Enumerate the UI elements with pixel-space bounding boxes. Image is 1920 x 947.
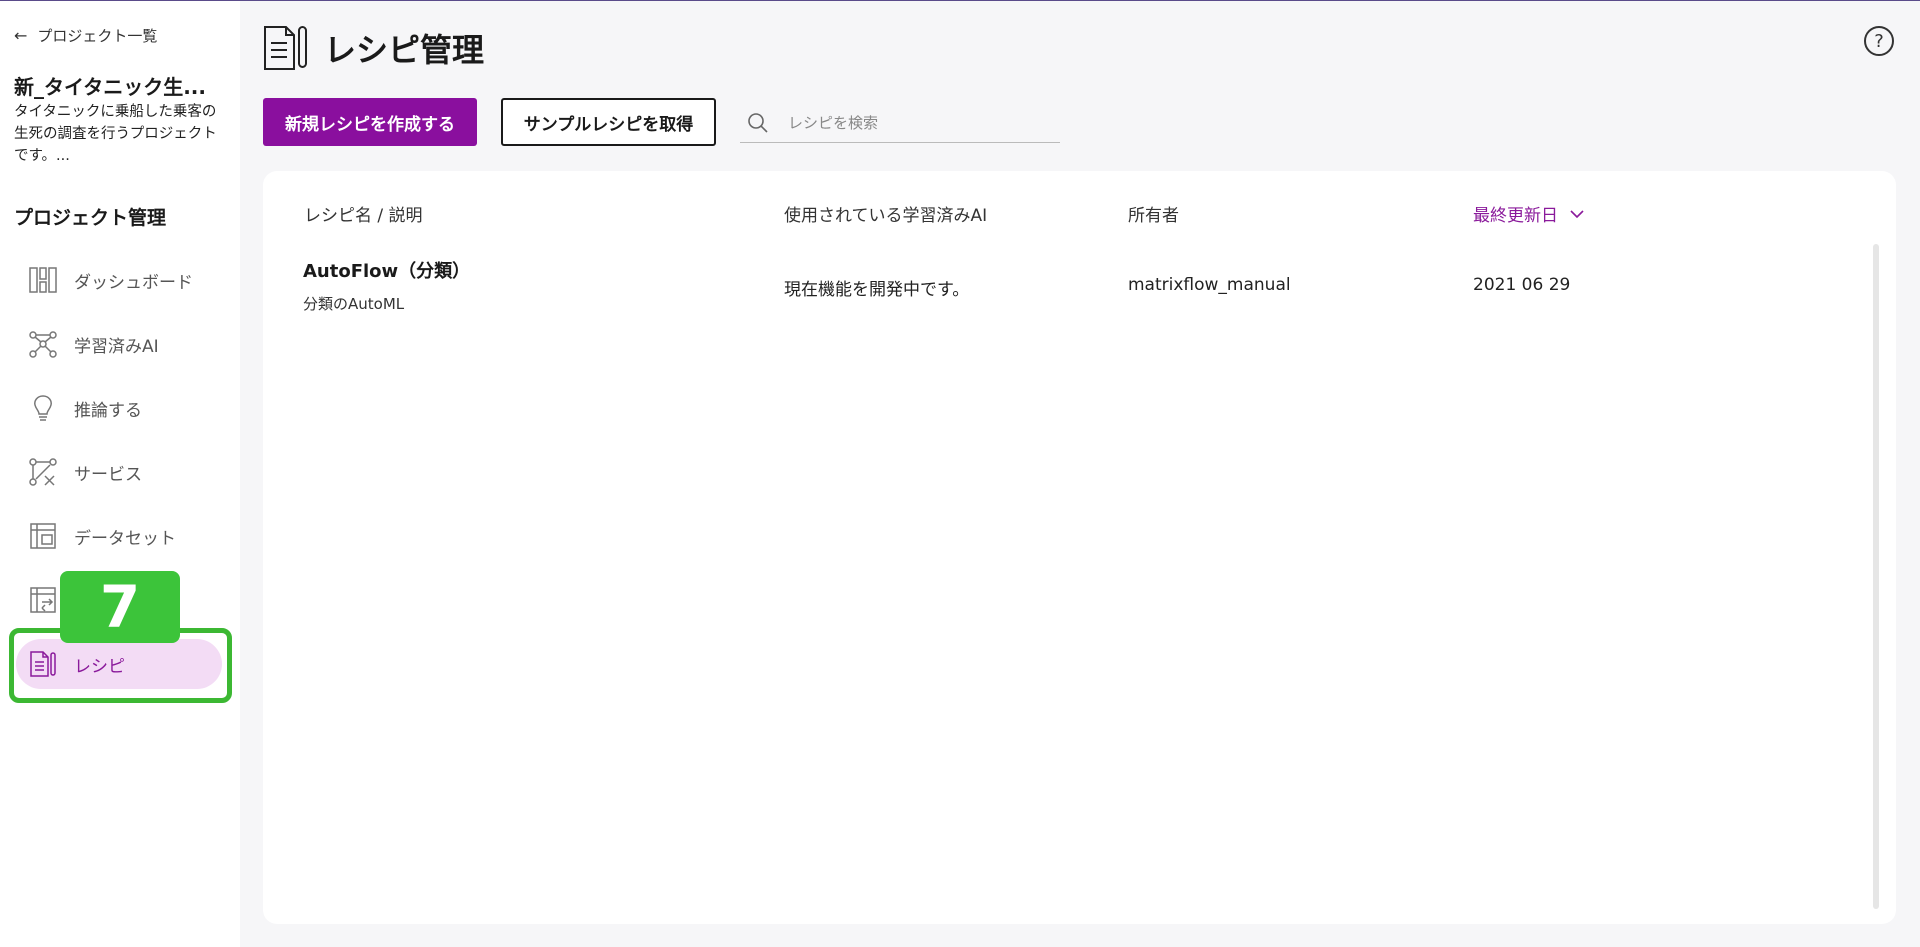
tutorial-step-badge: 7 <box>60 571 180 643</box>
search-icon <box>748 112 768 133</box>
recipe-description: 分類のAutoML <box>303 295 405 313</box>
recipe-name[interactable]: AutoFlow（分類） <box>303 257 470 283</box>
column-header-model: 使用されている学習済みAI <box>784 206 988 226</box>
column-header-name: レシピ名 / 説明 <box>304 206 423 226</box>
sidebar-item-label: 推論する <box>74 400 142 421</box>
project-description: タイタニックに乗船した乗客の生死の調査を行うプロジェクトです。... <box>14 104 217 164</box>
project-name: 新_タイタニック生... <box>14 75 206 99</box>
back-to-projects-link[interactable]: ← プロジェクト一覧 <box>14 25 157 46</box>
recipe-model: 現在機能を開発中です。 <box>784 280 970 300</box>
lightbulb-icon <box>34 395 52 421</box>
recipe-updated-date: 2021 06 29 <box>1473 275 1571 295</box>
column-header-updated-label: 最終更新日 <box>1473 206 1558 226</box>
sidebar-item-service[interactable]: サービス <box>16 447 222 497</box>
sidebar-item-trained-ai[interactable]: 学習済みAI <box>16 319 222 369</box>
dataset-icon <box>30 523 56 549</box>
dashboard-icon <box>29 267 57 293</box>
network-icon <box>29 331 57 358</box>
sidebar-item-inference[interactable]: 推論する <box>16 383 222 433</box>
sidebar-item-label: 学習済みAI <box>74 336 159 357</box>
sidebar-item-dataset[interactable]: データセット <box>16 511 222 561</box>
scrollbar[interactable] <box>1873 244 1879 909</box>
page-title: レシピ管理 <box>324 31 485 69</box>
sidebar-item-label: サービス <box>74 464 142 485</box>
sidebar-item-dashboard[interactable]: ダッシュボード <box>16 255 222 305</box>
recipe-table-card <box>263 171 1896 924</box>
get-sample-recipe-button[interactable]: サンプルレシピを取得 <box>501 98 716 146</box>
help-icon[interactable]: ? <box>1864 26 1894 56</box>
chevron-down-icon <box>1570 209 1584 218</box>
back-link-label: プロジェクト一覧 <box>37 27 158 45</box>
column-header-updated-sort[interactable]: 最終更新日 <box>1473 201 1584 226</box>
recipe-icon <box>264 26 307 70</box>
column-header-owner: 所有者 <box>1128 206 1179 226</box>
arrow-left-icon: ← <box>14 26 28 45</box>
sidebar: ← プロジェクト一覧 新_タイタニック生... タイタニックに乗船した乗客の生死… <box>0 1 240 947</box>
sidebar-item-label: データセット <box>74 528 176 549</box>
service-icon <box>29 458 57 486</box>
create-recipe-button[interactable]: 新規レシピを作成する <box>263 98 477 146</box>
recipe-owner: matrixflow_manual <box>1128 275 1291 295</box>
page-header: レシピ管理 <box>262 23 484 73</box>
search-box <box>740 103 1060 143</box>
sidebar-item-label: ダッシュボード <box>74 272 193 293</box>
table-convert-icon <box>30 587 56 613</box>
search-input[interactable] <box>788 113 1038 132</box>
section-title: プロジェクト管理 <box>14 207 167 229</box>
